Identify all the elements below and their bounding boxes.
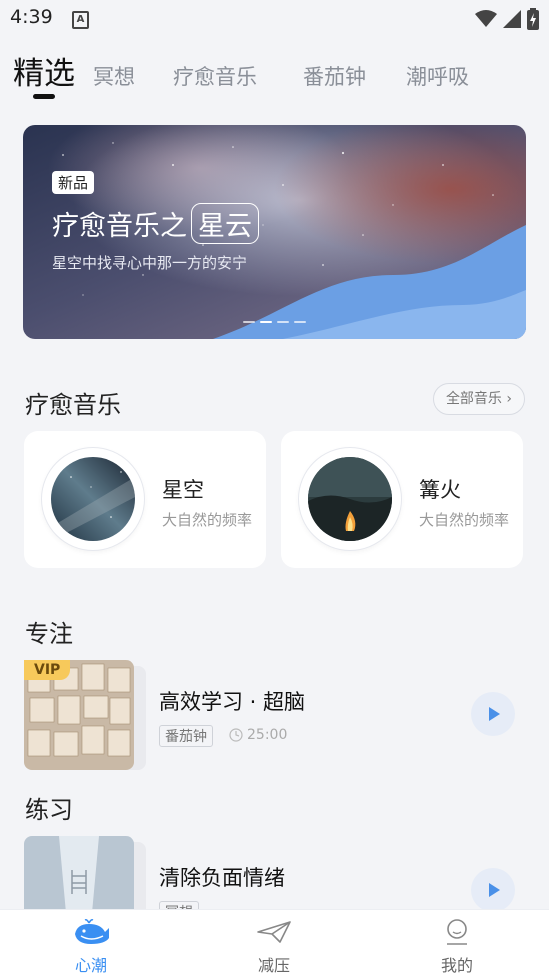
thumb-stack: VIP — [24, 660, 146, 770]
signal-icon — [503, 10, 521, 28]
card-name: 篝火 — [419, 478, 461, 502]
play-icon — [489, 883, 500, 897]
notification-a-icon: A — [72, 11, 89, 29]
new-badge: 新品 — [52, 171, 95, 194]
nav-xinchao[interactable]: 心潮 — [51, 918, 131, 976]
carousel-dots — [243, 321, 306, 323]
item-title: 高效学习 · 超脑 — [159, 690, 306, 714]
tab-meditation[interactable]: 冥想 — [93, 61, 135, 91]
duration-text: 25:00 — [247, 727, 288, 743]
see-all-music-button[interactable]: 全部音乐 › — [432, 383, 525, 415]
tab-pomodoro[interactable]: 番茄钟 — [303, 61, 366, 91]
starry-sky-image — [51, 457, 135, 541]
carousel-dot — [294, 321, 306, 323]
whale-icon — [75, 919, 109, 944]
tab-indicator — [33, 94, 55, 99]
disc-frame — [42, 448, 144, 550]
nav-mine[interactable]: 我的 — [417, 918, 497, 976]
card-name: 星空 — [162, 478, 204, 502]
banner-title-highlight: 星云 — [191, 203, 259, 244]
campfire-image — [308, 457, 392, 541]
carousel-dot — [277, 321, 289, 323]
tab-featured[interactable]: 精选 — [13, 48, 75, 93]
focus-section-title: 专注 — [25, 620, 73, 648]
battery-icon — [527, 8, 539, 30]
top-tab-bar: 精选 冥想 疗愈音乐 番茄钟 潮呼吸 — [0, 44, 549, 104]
banner-title-prefix: 疗愈音乐之 — [52, 211, 187, 242]
nav-label: 我的 — [440, 956, 473, 975]
focus-item[interactable]: VIP 高效学习 · 超脑 番茄钟 25:00 — [24, 660, 524, 770]
practice-section-title: 练习 — [25, 796, 73, 824]
chevron-right-icon: › — [506, 391, 512, 407]
see-all-label: 全部音乐 — [445, 391, 502, 407]
clock-icon — [229, 728, 243, 742]
status-bar: 4:39 A — [0, 0, 549, 36]
item-title: 清除负面情绪 — [159, 866, 285, 890]
music-card-campfire[interactable]: 篝火 大自然的频率 — [281, 431, 523, 568]
app-root: 4:39 A 精选 冥想 疗愈音乐 番茄钟 潮呼吸 新品 疗愈音乐之 星云 星空… — [0, 0, 549, 977]
play-button[interactable] — [471, 692, 515, 736]
item-duration: 25:00 — [229, 727, 287, 743]
disc-frame — [299, 448, 401, 550]
bottom-nav: 心潮 减压 我的 — [0, 909, 549, 977]
profile-icon — [447, 919, 467, 945]
nav-decompress[interactable]: 减压 — [234, 918, 314, 976]
banner-title: 疗愈音乐之 星云 — [52, 203, 259, 244]
healing-section-title: 疗愈音乐 — [25, 391, 121, 419]
paper-plane-icon — [257, 921, 291, 943]
wifi-icon — [475, 10, 497, 27]
vip-badge: VIP — [24, 660, 71, 680]
nav-label: 心潮 — [74, 956, 107, 975]
status-icons — [475, 8, 539, 30]
play-icon — [489, 707, 500, 721]
nav-label: 减压 — [257, 956, 290, 975]
carousel-dot — [243, 321, 255, 323]
card-subtitle: 大自然的频率 — [162, 511, 253, 529]
tab-healing-music[interactable]: 疗愈音乐 — [173, 61, 257, 91]
tab-breathing[interactable]: 潮呼吸 — [406, 61, 469, 91]
card-subtitle: 大自然的频率 — [419, 511, 510, 529]
item-tag: 番茄钟 — [159, 725, 213, 747]
banner-subtitle: 星空中找寻心中那一方的安宁 — [52, 254, 248, 272]
carousel-dot-active — [260, 321, 272, 323]
play-button[interactable] — [471, 868, 515, 912]
status-time: 4:39 — [10, 6, 53, 28]
music-card-starry-sky[interactable]: 星空 大自然的频率 — [24, 431, 266, 568]
featured-banner[interactable]: 新品 疗愈音乐之 星云 星空中找寻心中那一方的安宁 — [23, 125, 526, 339]
